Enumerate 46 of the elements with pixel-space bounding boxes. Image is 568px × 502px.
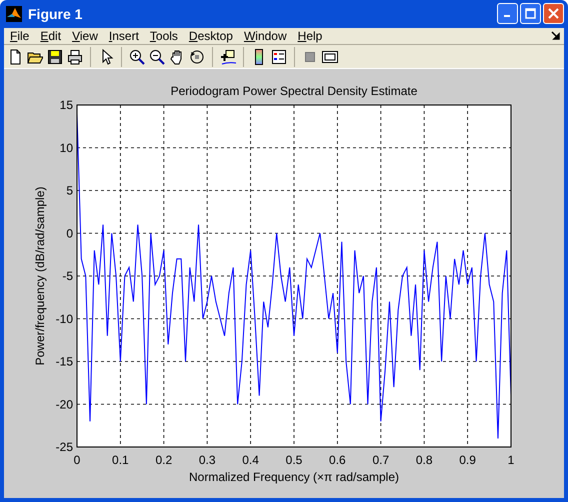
menu-item[interactable]: Tools: [148, 28, 184, 43]
x-tick-label: 0.8: [416, 452, 433, 467]
zoom-out-icon[interactable]: [149, 48, 165, 65]
menu-item[interactable]: File: [8, 28, 36, 43]
rotate-icon[interactable]: [189, 48, 205, 65]
menu-item[interactable]: Insert: [106, 28, 145, 43]
x-tick-label: 0.3: [198, 452, 216, 467]
y-axis-label: Power/frequency (dB/rad/sample): [33, 186, 47, 366]
y-tick-label: -25: [56, 440, 73, 454]
print-icon[interactable]: [67, 48, 83, 65]
menu-item[interactable]: Edit: [38, 28, 68, 43]
close-icon: [548, 8, 559, 20]
maximize-button[interactable]: [520, 3, 541, 24]
x-tick-label: 0.7: [372, 452, 390, 467]
x-tick-label: 0.6: [329, 452, 346, 467]
plot-title: Periodogram Power Spectral Density Estimate: [170, 84, 418, 98]
peak-logo-icon: [6, 6, 22, 22]
dock-arrow-icon[interactable]: [551, 31, 560, 40]
x-tick-label: 0.9: [459, 452, 476, 467]
y-tick-label: 0: [66, 226, 73, 240]
x-tick-label: 0.5: [286, 452, 302, 467]
x-tick-label: 0.2: [155, 452, 172, 467]
menu-item[interactable]: Desktop: [186, 28, 239, 43]
x-axis-label: Normalized Frequency (×π rad/sample): [188, 470, 400, 484]
y-tick-label: -20: [56, 397, 73, 412]
data-cursor-icon[interactable]: [220, 48, 236, 65]
zoom-in-icon[interactable]: [129, 48, 145, 65]
menu-item[interactable]: Help: [296, 28, 328, 43]
y-tick-label: 5: [66, 183, 73, 198]
legend-icon[interactable]: [271, 48, 287, 65]
x-tick-label: 1: [508, 452, 514, 467]
y-tick-label: 10: [60, 140, 73, 155]
menu-item[interactable]: Window: [242, 28, 293, 43]
x-tick-label: 0: [74, 452, 80, 467]
minimize-button[interactable]: [497, 3, 518, 24]
close-button[interactable]: [543, 3, 564, 24]
x-tick-label: 0.4: [242, 452, 259, 467]
maximize-icon: [525, 8, 536, 20]
window-title: Figure 1: [28, 6, 84, 22]
y-tick-label: -15: [56, 354, 73, 368]
menu-item[interactable]: View: [70, 28, 104, 43]
x-tick-label: 0.1: [112, 452, 129, 467]
y-tick-label: -10: [56, 312, 73, 326]
window-frame-icon[interactable]: [322, 48, 338, 65]
y-tick-label: 15: [60, 98, 73, 112]
y-tick-label: -5: [62, 268, 73, 283]
